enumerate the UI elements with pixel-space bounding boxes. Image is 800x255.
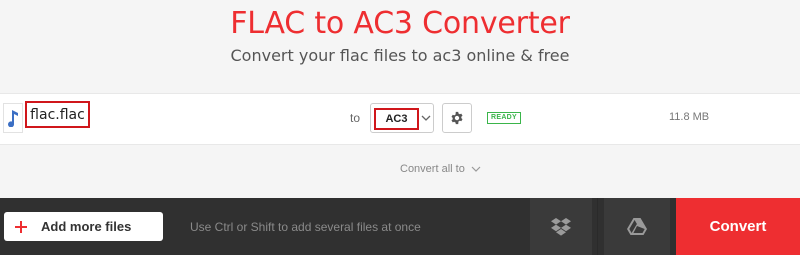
multi-select-hint: Use Ctrl or Shift to add several files a…: [190, 220, 421, 234]
convert-all-dropdown[interactable]: Convert all to: [400, 163, 481, 175]
page-title: FLAC to AC3 Converter: [230, 6, 570, 41]
add-more-files-label: Add more files: [41, 219, 132, 234]
page-subtitle: Convert your flac files to ac3 online & …: [230, 46, 570, 65]
google-drive-icon: [627, 217, 647, 235]
music-note-icon: [3, 103, 23, 133]
settings-button[interactable]: [442, 103, 472, 133]
dropbox-icon: [551, 217, 571, 236]
chevron-down-icon: [471, 166, 481, 172]
chevron-down-icon: [421, 115, 431, 121]
dropbox-button[interactable]: [530, 198, 592, 255]
file-row: flac.flac to AC3 READY 11.8 MB: [0, 93, 800, 145]
format-value: AC3: [374, 108, 419, 130]
divider: [597, 198, 598, 255]
format-select[interactable]: AC3: [370, 103, 434, 133]
google-drive-button[interactable]: [604, 198, 670, 255]
file-size: 11.8 MB: [669, 111, 710, 123]
plus-icon: [15, 220, 27, 233]
bottom-bar: Add more files Use Ctrl or Shift to add …: [0, 198, 800, 255]
to-label: to: [350, 111, 361, 125]
add-more-files-button[interactable]: Add more files: [4, 212, 163, 241]
file-name: flac.flac: [25, 101, 90, 128]
convert-all-label: Convert all to: [400, 163, 465, 175]
convert-button[interactable]: Convert: [676, 198, 800, 255]
page-header: FLAC to AC3 Converter Convert your flac …: [0, 0, 800, 90]
status-badge: READY: [487, 112, 522, 124]
gear-icon: [451, 111, 463, 125]
